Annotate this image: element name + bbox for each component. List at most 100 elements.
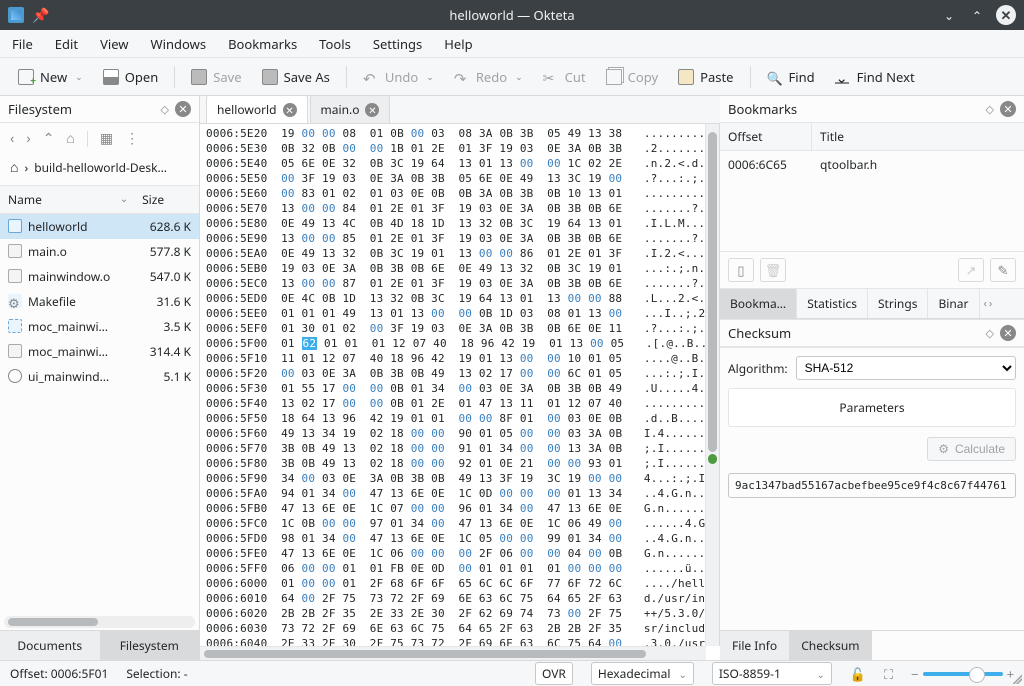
file-icon bbox=[8, 269, 22, 283]
doctab-main-o[interactable]: main.o✕ bbox=[310, 95, 391, 123]
panel-float-icon[interactable]: ◇ bbox=[986, 326, 994, 341]
tab-fileinfo[interactable]: File Info bbox=[720, 631, 789, 660]
nav-view-icon[interactable]: ▦ bbox=[100, 129, 113, 148]
menu-view[interactable]: View bbox=[100, 35, 128, 53]
lock-icon[interactable]: 🔓 bbox=[850, 665, 866, 683]
undo-button[interactable]: Undo⌄ bbox=[355, 64, 442, 90]
file-row[interactable]: moc_mainwi…3.5 K bbox=[0, 314, 199, 339]
right-panel: Bookmarks ◇ ✕ Offset Title 0006:6C65 qto… bbox=[720, 96, 1024, 660]
menu-edit[interactable]: Edit bbox=[55, 35, 78, 53]
file-row[interactable]: helloworld628.6 K bbox=[0, 214, 199, 240]
file-row[interactable]: moc_mainwi…314.4 K bbox=[0, 339, 199, 364]
bookmark-row[interactable]: 0006:6C65 qtoolbar.h bbox=[720, 151, 1024, 178]
tab-strings[interactable]: Strings bbox=[868, 289, 929, 318]
panel-close-icon[interactable]: ✕ bbox=[175, 101, 191, 117]
doctab-helloworld[interactable]: helloworld✕ bbox=[206, 95, 308, 123]
nav-back-icon[interactable]: ‹ bbox=[10, 129, 14, 148]
panel-float-icon[interactable]: ◇ bbox=[161, 102, 169, 117]
pin-icon[interactable]: 📌 bbox=[32, 6, 49, 25]
save-button[interactable]: Save bbox=[183, 64, 249, 90]
maximize-button[interactable]: ⌃ bbox=[968, 6, 986, 24]
tab-binary[interactable]: Binar bbox=[928, 289, 979, 318]
col-size[interactable]: Size bbox=[134, 186, 199, 214]
menu-settings[interactable]: Settings bbox=[373, 35, 422, 53]
nav-menu-icon[interactable]: ⋮ bbox=[125, 129, 139, 148]
mode-combo[interactable]: OVR bbox=[535, 662, 573, 685]
bookmark-add-icon[interactable]: ▯ bbox=[728, 258, 754, 282]
file-icon bbox=[8, 319, 22, 333]
panel-close-icon[interactable]: ✕ bbox=[1000, 101, 1016, 117]
charset-combo[interactable]: ISO-8859-1⌄ bbox=[712, 662, 832, 685]
file-icon bbox=[8, 344, 22, 358]
algorithm-select[interactable]: SHA-512 bbox=[796, 356, 1016, 380]
copy-button[interactable]: Copy bbox=[598, 64, 666, 90]
col-title[interactable]: Title bbox=[812, 123, 852, 150]
nav-fwd-icon[interactable]: › bbox=[26, 129, 30, 148]
statusbar: Offset: 0006:5F01 Selection: - OVR Hexad… bbox=[0, 660, 1024, 686]
paste-button[interactable]: Paste bbox=[670, 64, 741, 90]
file-icon bbox=[8, 369, 22, 383]
breadcrumb[interactable]: ⌂ › build-helloworld-Desk… bbox=[0, 154, 199, 186]
col-name[interactable]: Name bbox=[0, 186, 134, 214]
file-row[interactable]: Makefile31.6 K bbox=[0, 289, 199, 314]
tabs-scroll-right[interactable]: › bbox=[989, 296, 992, 311]
home-icon[interactable]: ⌂ bbox=[10, 158, 18, 177]
find-button[interactable]: Find bbox=[759, 64, 823, 90]
nav-up-icon[interactable]: ⌃ bbox=[43, 129, 55, 148]
new-button[interactable]: New⌄ bbox=[10, 64, 91, 90]
fit-icon[interactable]: ⛶ bbox=[884, 665, 893, 683]
hex-content[interactable]: 0006:5E20 19 00 00 08 01 0B 00 03 08 3A … bbox=[200, 124, 705, 646]
calculate-button[interactable]: ⚙Calculate bbox=[927, 437, 1016, 461]
parameters-box: Parameters bbox=[728, 388, 1016, 427]
zoom-slider[interactable]: −+ bbox=[911, 665, 1014, 683]
menu-file[interactable]: File bbox=[12, 35, 33, 53]
hex-scrollbar[interactable] bbox=[705, 124, 719, 646]
bookmark-goto-icon[interactable]: ↗ bbox=[958, 258, 984, 282]
app-icon bbox=[8, 7, 24, 23]
saveas-icon bbox=[262, 69, 278, 85]
tool-tabs: Bookma… Statistics Strings Binar ‹› bbox=[720, 289, 1024, 319]
resize-grip[interactable] bbox=[1010, 672, 1022, 684]
coding-combo[interactable]: Hexadecimal⌄ bbox=[591, 662, 694, 685]
bookmark-delete-icon[interactable]: 🗑 bbox=[760, 258, 786, 282]
tab-bookmarks[interactable]: Bookma… bbox=[720, 289, 797, 318]
checksum-result[interactable]: 9ac1347bad55167acbefbee95ce9f4c8c67f4476… bbox=[728, 473, 1016, 498]
filesystem-nav: ‹ › ⌃ ⌂ ▦ ⋮ bbox=[0, 123, 199, 154]
file-table[interactable]: Name Size helloworld628.6 Kmain.o577.8 K… bbox=[0, 186, 199, 614]
tab-statistics[interactable]: Statistics bbox=[797, 289, 868, 318]
menu-tools[interactable]: Tools bbox=[319, 35, 351, 53]
close-button[interactable]: ✕ bbox=[996, 5, 1016, 25]
cut-button[interactable]: Cut bbox=[535, 64, 594, 90]
hex-hscrollbar[interactable] bbox=[200, 646, 706, 660]
paste-icon bbox=[678, 69, 694, 85]
menu-bookmarks[interactable]: Bookmarks bbox=[228, 35, 297, 53]
nav-home-icon[interactable]: ⌂ bbox=[66, 129, 74, 148]
menu-windows[interactable]: Windows bbox=[151, 35, 207, 53]
file-row[interactable]: main.o577.8 K bbox=[0, 239, 199, 264]
saveas-button[interactable]: Save As bbox=[254, 64, 338, 90]
filesystem-scrollbar[interactable] bbox=[4, 616, 195, 628]
minimize-button[interactable]: ⌄ bbox=[940, 6, 958, 24]
menu-help[interactable]: Help bbox=[444, 35, 472, 53]
file-row[interactable]: ui_mainwind…5.1 K bbox=[0, 364, 199, 389]
panel-float-icon[interactable]: ◇ bbox=[986, 102, 994, 117]
tab-documents[interactable]: Documents bbox=[0, 631, 100, 660]
tab-filesystem[interactable]: Filesystem bbox=[100, 631, 200, 660]
panel-close-icon[interactable]: ✕ bbox=[1000, 325, 1016, 341]
col-offset[interactable]: Offset bbox=[720, 123, 812, 150]
close-icon[interactable]: ✕ bbox=[365, 103, 379, 117]
findnext-button[interactable]: Find Next bbox=[827, 64, 923, 90]
bookmarks-list[interactable]: Offset Title 0006:6C65 qtoolbar.h bbox=[720, 123, 1024, 251]
window-title: helloworld — Okteta bbox=[0, 6, 1024, 24]
findnext-icon bbox=[835, 69, 851, 85]
file-icon bbox=[8, 219, 22, 233]
redo-button[interactable]: Redo⌄ bbox=[446, 64, 531, 90]
tabs-scroll-left[interactable]: ‹ bbox=[984, 296, 987, 311]
tab-checksum[interactable]: Checksum bbox=[789, 631, 871, 660]
bookmark-edit-icon[interactable]: ✎ bbox=[990, 258, 1016, 282]
menubar: File Edit View Windows Bookmarks Tools S… bbox=[0, 30, 1024, 58]
file-row[interactable]: mainwindow.o547.0 K bbox=[0, 264, 199, 289]
close-icon[interactable]: ✕ bbox=[283, 103, 297, 117]
open-button[interactable]: Open bbox=[95, 64, 167, 90]
cut-icon bbox=[543, 69, 559, 85]
